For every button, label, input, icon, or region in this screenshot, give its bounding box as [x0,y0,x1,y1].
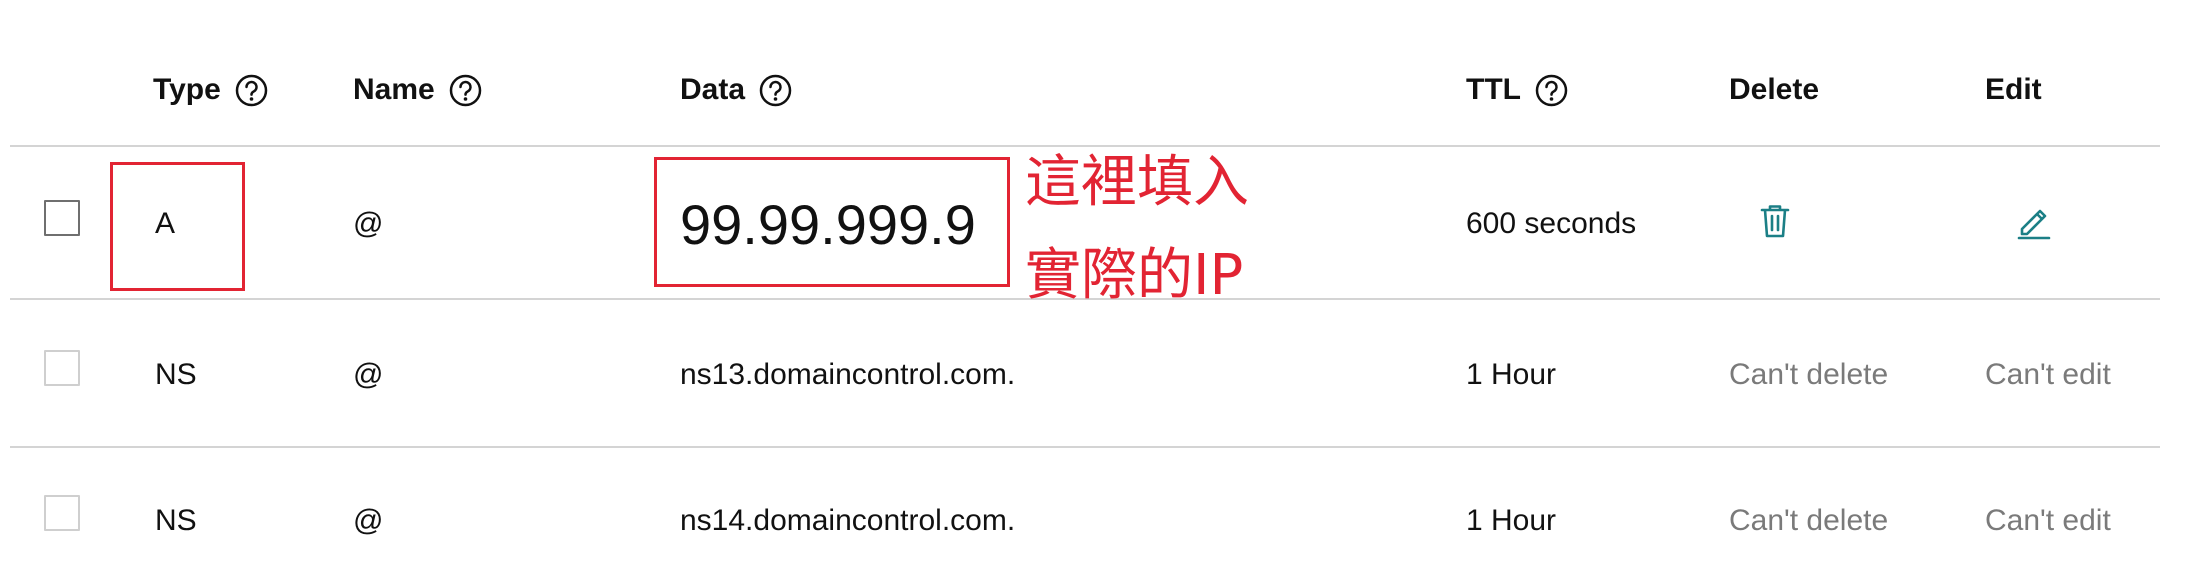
column-header-type: Type [153,68,268,112]
column-header-data: Data [680,68,792,112]
column-header-delete: Delete [1729,68,1819,112]
row-select-checkbox[interactable] [44,495,80,531]
help-icon[interactable] [1535,74,1568,107]
record-data: ns13.domaincontrol.com. [680,358,1016,391]
cant-edit-label: Can't edit [1985,504,2111,537]
record-ttl: 1 Hour [1466,504,1557,537]
help-icon[interactable] [449,74,482,107]
column-header-ttl: TTL [1466,68,1568,112]
cant-delete-label: Can't delete [1729,358,1889,391]
table-header-row: Type Name Data TTL Delete Edit [10,0,2160,147]
column-header-ttl-label: TTL [1466,73,1521,106]
annotation-box-data [654,157,1010,287]
record-name: @ [353,207,384,240]
record-name: @ [353,504,384,537]
cant-edit-label: Can't edit [1985,358,2111,391]
record-type: NS [155,358,197,391]
annotation-text-line2: 實際的IP [1025,243,1244,308]
annotation-text-line1: 這裡填入 [1025,150,1249,215]
column-header-name-label: Name [353,73,435,106]
record-ttl: 1 Hour [1466,358,1557,391]
record-name: @ [353,358,384,391]
help-icon[interactable] [235,74,268,107]
table-row: NS @ ns14.domaincontrol.com. 1 Hour Can'… [10,448,2160,582]
column-header-name: Name [353,68,482,112]
pencil-icon[interactable] [2014,201,2054,241]
column-header-data-label: Data [680,73,746,106]
column-header-edit: Edit [1985,68,2042,112]
record-ttl: 600 seconds [1466,207,1637,240]
cant-delete-label: Can't delete [1729,504,1889,537]
row-select-checkbox[interactable] [44,350,80,386]
trash-icon[interactable] [1755,201,1795,241]
column-header-type-label: Type [153,73,221,106]
row-select-checkbox[interactable] [44,200,80,236]
record-data: ns14.domaincontrol.com. [680,504,1016,537]
table-row: NS @ ns13.domaincontrol.com. 1 Hour Can'… [10,300,2160,448]
column-header-edit-label: Edit [1985,73,2042,106]
help-icon[interactable] [759,74,792,107]
annotation-box-type [110,162,245,291]
record-type: NS [155,504,197,537]
column-header-delete-label: Delete [1729,73,1820,106]
